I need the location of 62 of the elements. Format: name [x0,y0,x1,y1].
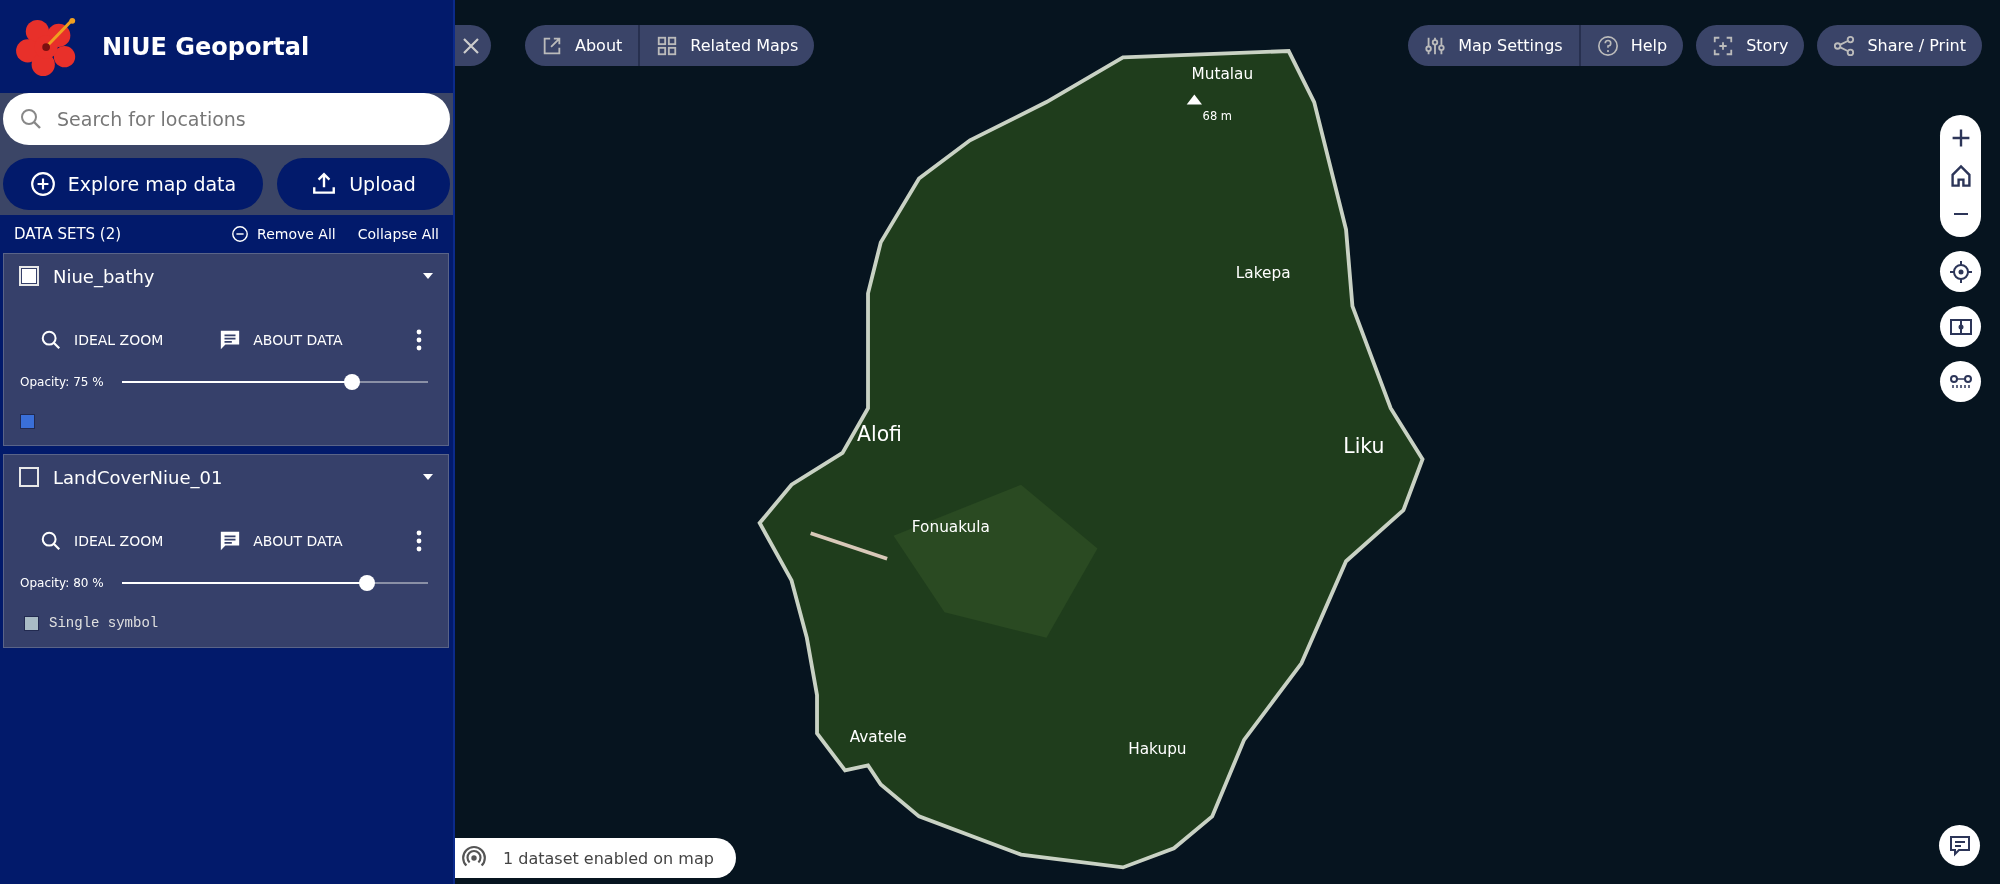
frame-plus-icon [1712,34,1735,57]
place-label: Mutalau [1191,65,1254,84]
peak-marker-icon [1186,94,1202,105]
locate-button[interactable] [1940,251,1981,292]
search-icon [19,107,43,131]
dataset-name: LandCoverNiue_01 [53,466,224,488]
remove-all-button[interactable]: Remove All [231,225,336,243]
about-data-button[interactable]: ABOUT DATA [219,530,343,552]
opacity-label: Opacity: 80 % [20,576,105,590]
section-title: DATA SETS (2) [14,225,123,243]
share-icon [1833,34,1856,57]
place-label: Fonuakula [911,517,990,536]
place-label: Avatele [849,728,907,747]
split-view-button[interactable] [1940,306,1981,347]
caret-icon [422,473,434,481]
about-data-button[interactable]: ABOUT DATA [219,329,343,351]
measure-button[interactable] [1940,361,1981,402]
upload-icon [311,171,338,197]
checkbox[interactable] [19,266,39,286]
close-button[interactable] [455,25,491,66]
search-field[interactable]: Search for locations [3,93,450,145]
feedback-button[interactable] [1939,825,1980,866]
collapse-all-button[interactable]: Collapse All [357,226,439,242]
opacity-label: Opacity: 75 % [20,375,105,389]
map-settings-button[interactable]: Map Settings [1408,25,1579,66]
ideal-zoom-button[interactable]: IDEAL ZOOM [40,329,164,351]
more-icon [416,530,422,552]
story-button[interactable]: Story [1696,25,1805,66]
slider-thumb[interactable] [343,374,360,390]
dataset-name: Niue_bathy [53,265,156,287]
app-title: NIUE Geoportal [102,32,310,61]
minus-circle-icon [231,225,250,243]
elevation-label: 68 m [1202,108,1232,123]
share-button[interactable]: Share / Print [1817,25,1982,66]
search-icon [40,530,62,552]
home-icon [1948,164,1973,188]
checkbox[interactable] [19,467,39,487]
comment-icon [219,329,242,351]
grid-icon [656,34,679,57]
minus-icon [1953,213,1968,215]
help-button[interactable]: Help [1578,25,1684,66]
place-label: Liku [1343,433,1385,458]
help-icon [1596,34,1619,57]
slider-thumb[interactable] [358,575,375,591]
chat-icon [1947,833,1972,858]
legend-label: Single symbol [49,615,159,631]
explore-button[interactable]: Explore map data [3,158,263,210]
status-text: 1 dataset enabled on map [503,848,714,868]
about-button[interactable]: About [525,25,639,66]
caret-icon [422,272,434,280]
upload-button[interactable]: Upload [277,158,450,210]
place-label: Lakepa [1235,264,1291,283]
close-icon [461,35,481,56]
ideal-zoom-button[interactable]: IDEAL ZOOM [40,530,164,552]
related-maps-button[interactable]: Related Maps [638,25,815,66]
place-label: Hakupu [1128,739,1187,758]
plus-circle-icon [29,171,56,197]
crosshair-icon [1948,259,1973,284]
place-label: Alofi [857,422,902,447]
more-icon [416,329,422,351]
comment-icon [219,530,242,552]
search-icon [40,329,62,351]
